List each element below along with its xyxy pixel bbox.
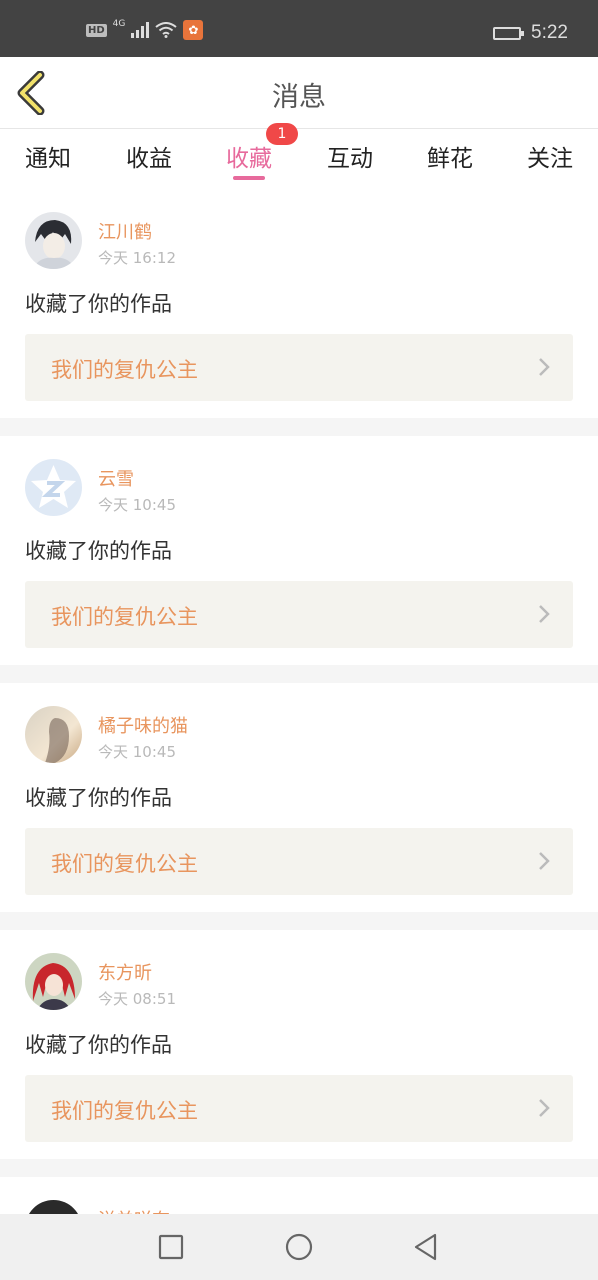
active-tab-indicator <box>233 176 265 180</box>
wifi-icon <box>155 22 177 38</box>
avatar[interactable] <box>25 706 82 763</box>
tab-earnings[interactable]: 收益 <box>126 139 172 173</box>
message-item: 云雪 今天 10:45 收藏了你的作品 我们的复仇公主 <box>0 436 598 665</box>
message-time: 今天 10:45 <box>98 496 176 514</box>
chevron-right-icon <box>539 1099 550 1117</box>
avatar[interactable] <box>25 212 82 269</box>
username[interactable]: 江川鹤 <box>98 218 152 244</box>
tab-notifications[interactable]: 通知 <box>25 139 71 173</box>
chevron-right-icon <box>539 605 550 623</box>
app-notification-icon: ✿ <box>183 20 204 40</box>
status-icons: HD 4G ✿ <box>86 19 204 40</box>
battery-icon <box>493 26 525 40</box>
recent-apps-icon[interactable] <box>156 1232 186 1262</box>
status-bar: HD 4G ✿ 5:22 <box>0 0 598 57</box>
back-nav-icon[interactable] <box>411 1232 441 1262</box>
message-action: 收藏了你的作品 <box>25 292 172 316</box>
tab-following[interactable]: 关注 <box>527 139 573 173</box>
work-title: 我们的复仇公主 <box>51 605 198 629</box>
work-link[interactable]: 我们的复仇公主 <box>25 828 573 895</box>
avatar[interactable] <box>25 459 82 516</box>
status-right: 5:22 <box>493 22 568 44</box>
username[interactable]: 东方昕 <box>98 959 152 985</box>
username[interactable]: 云雪 <box>98 465 134 491</box>
message-action: 收藏了你的作品 <box>25 1033 172 1057</box>
message-item: 江川鹤 今天 16:12 收藏了你的作品 我们的复仇公主 <box>0 189 598 418</box>
work-title: 我们的复仇公主 <box>51 358 198 382</box>
chevron-right-icon <box>539 358 550 376</box>
tab-interactions[interactable]: 互动 <box>327 139 373 173</box>
message-item: 东方昕 今天 08:51 收藏了你的作品 我们的复仇公主 <box>0 930 598 1159</box>
message-time: 今天 10:45 <box>98 743 176 761</box>
message-action: 收藏了你的作品 <box>25 786 172 810</box>
work-link[interactable]: 我们的复仇公主 <box>25 334 573 401</box>
hd-badge: HD <box>86 23 107 37</box>
system-nav-bar <box>0 1214 598 1280</box>
message-action: 收藏了你的作品 <box>25 539 172 563</box>
message-list: 江川鹤 今天 16:12 收藏了你的作品 我们的复仇公主 云雪 今天 10:45… <box>0 189 598 1257</box>
tab-flowers[interactable]: 鲜花 <box>427 139 473 173</box>
home-icon[interactable] <box>284 1232 314 1262</box>
message-item: 橘子味的猫 今天 10:45 收藏了你的作品 我们的复仇公主 <box>0 683 598 912</box>
work-title: 我们的复仇公主 <box>51 852 198 876</box>
tab-badge: 1 <box>266 123 298 145</box>
network-type: 4G <box>112 19 126 29</box>
chevron-right-icon <box>539 852 550 870</box>
message-time: 今天 08:51 <box>98 990 176 1008</box>
page-title: 消息 <box>272 82 326 113</box>
signal-icon <box>131 22 150 38</box>
work-link[interactable]: 我们的复仇公主 <box>25 581 573 648</box>
username[interactable]: 橘子味的猫 <box>98 712 188 738</box>
message-time: 今天 16:12 <box>98 249 176 267</box>
work-title: 我们的复仇公主 <box>51 1099 198 1123</box>
tab-favorites[interactable]: 收藏 <box>226 139 272 173</box>
header: 消息 <box>0 57 598 129</box>
tab-bar: 通知 收益 收藏 1 互动 鲜花 关注 <box>0 123 598 189</box>
avatar[interactable] <box>25 953 82 1010</box>
work-link[interactable]: 我们的复仇公主 <box>25 1075 573 1142</box>
clock: 5:22 <box>531 22 568 43</box>
